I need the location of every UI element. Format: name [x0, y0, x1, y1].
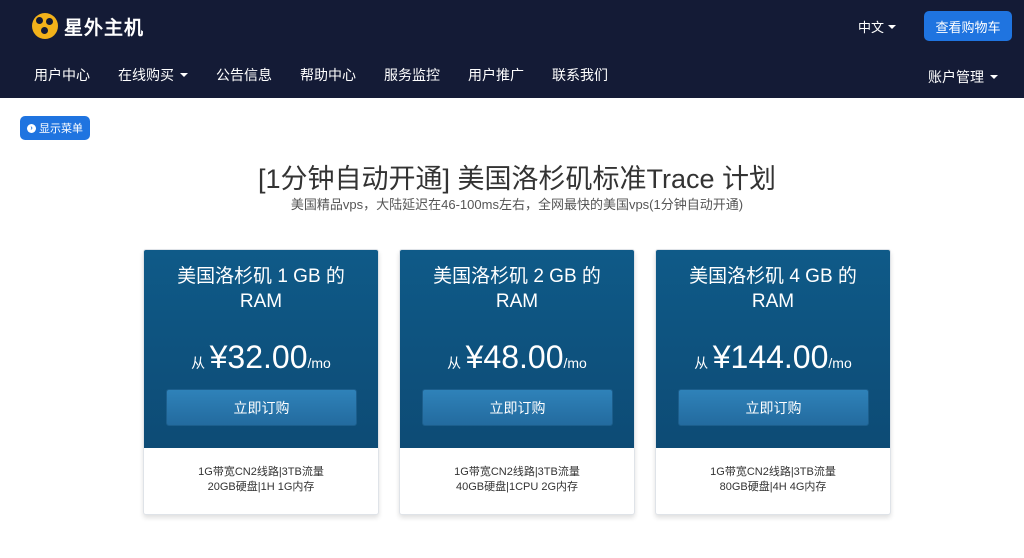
- nav-item-label: 帮助中心: [300, 67, 356, 83]
- nav-item-affiliate[interactable]: 用户推广: [468, 65, 524, 85]
- order-now-button[interactable]: 立即订购: [166, 389, 357, 426]
- plan-name-line: RAM: [239, 291, 283, 312]
- account-menu[interactable]: 账户管理: [928, 67, 998, 87]
- plan-card-header: 美国洛杉矶 1 GB 的 RAM 从 ¥32.00/mo 立即订购: [144, 250, 378, 448]
- plan-name-line: 美国洛杉矶 4 GB 的: [689, 266, 857, 287]
- account-menu-label: 账户管理: [928, 69, 984, 85]
- price-period: /mo: [563, 355, 587, 371]
- plan-name: 美国洛杉矶 1 GB 的 RAM: [144, 264, 378, 314]
- nav-item-online-purchase[interactable]: 在线购买: [118, 65, 188, 85]
- plan-card-header: 美国洛杉矶 2 GB 的 RAM 从 ¥48.00/mo 立即订购: [400, 250, 634, 448]
- plan-price: 从 ¥32.00/mo: [144, 339, 378, 376]
- chevron-right-circle-icon: ›: [27, 123, 36, 133]
- show-menu-button[interactable]: › 显示菜单: [20, 116, 90, 140]
- price-amount: ¥144.00: [712, 339, 829, 375]
- plan-name: 美国洛杉矶 4 GB 的 RAM: [656, 264, 890, 314]
- logo-icon: [32, 13, 58, 39]
- price-amount: ¥48.00: [465, 339, 564, 375]
- price-period: /mo: [307, 355, 331, 371]
- view-cart-button[interactable]: 查看购物车: [924, 11, 1012, 41]
- price-from-label: 从: [694, 355, 709, 371]
- order-now-button[interactable]: 立即订购: [678, 389, 869, 426]
- plan-name-line: RAM: [495, 291, 539, 312]
- plan-desc-line: 1G带宽CN2线路|3TB流量: [198, 466, 324, 478]
- plan-card: 美国洛杉矶 2 GB 的 RAM 从 ¥48.00/mo 立即订购 1G带宽CN…: [399, 249, 635, 515]
- page-title: [1分钟自动开通] 美国洛杉矶标准Trace 计划: [257, 164, 777, 194]
- page-subtitle: 美国精品vps，大陆延迟在46-100ms左右，全网最快的美国vps(1分钟自动…: [290, 197, 744, 212]
- plan-desc-line: 1G带宽CN2线路|3TB流量: [710, 466, 836, 478]
- plan-description: 1G带宽CN2线路|3TB流量 80GB硬盘|4H 4G内存: [656, 465, 890, 495]
- plan-desc-line: 40GB硬盘|1CPU 2G内存: [455, 481, 579, 493]
- nav-item-label: 联系我们: [552, 67, 608, 83]
- nav-item-label: 在线购买: [118, 67, 174, 83]
- chevron-down-icon: [180, 73, 188, 77]
- top-header: 星外主机 中文 查看购物车: [0, 0, 1024, 52]
- brand-logo[interactable]: 星外主机: [32, 13, 144, 40]
- chevron-down-icon: [888, 24, 897, 29]
- price-period: /mo: [828, 355, 852, 371]
- nav-item-contact[interactable]: 联系我们: [552, 65, 608, 85]
- nav-item-label: 服务监控: [384, 67, 440, 83]
- price-from-label: 从: [447, 355, 462, 371]
- language-label: 中文: [858, 20, 885, 35]
- main-nav: 用户中心 在线购买 公告信息 帮助中心 服务监控 用户推广 联系我们 账户管理: [0, 52, 1024, 98]
- plan-card-header: 美国洛杉矶 4 GB 的 RAM 从 ¥144.00/mo 立即订购: [656, 250, 890, 448]
- show-menu-label: 显示菜单: [39, 123, 83, 135]
- order-now-button[interactable]: 立即订购: [422, 389, 613, 426]
- plan-desc-line: 80GB硬盘|4H 4G内存: [719, 481, 827, 493]
- nav-item-service-monitor[interactable]: 服务监控: [384, 65, 440, 85]
- language-selector[interactable]: 中文: [858, 17, 897, 36]
- nav-item-label: 公告信息: [216, 67, 272, 83]
- price-from-label: 从: [191, 355, 206, 371]
- nav-item-announcements[interactable]: 公告信息: [216, 65, 272, 85]
- nav-item-label: 用户中心: [34, 67, 90, 83]
- nav-item-label: 用户推广: [468, 67, 524, 83]
- plan-price: 从 ¥144.00/mo: [656, 339, 890, 376]
- plan-desc-line: 1G带宽CN2线路|3TB流量: [454, 466, 580, 478]
- plan-name-line: 美国洛杉矶 2 GB 的: [433, 266, 601, 287]
- price-amount: ¥32.00: [209, 339, 308, 375]
- nav-item-user-center[interactable]: 用户中心: [34, 65, 90, 85]
- plan-name-line: 美国洛杉矶 1 GB 的: [177, 266, 345, 287]
- chevron-down-icon: [990, 75, 998, 79]
- plan-card: 美国洛杉矶 1 GB 的 RAM 从 ¥32.00/mo 立即订购 1G带宽CN…: [143, 249, 379, 515]
- nav-item-help-center[interactable]: 帮助中心: [300, 65, 356, 85]
- plan-name: 美国洛杉矶 2 GB 的 RAM: [400, 264, 634, 314]
- brand-name: 星外主机: [64, 17, 145, 39]
- plan-card: 美国洛杉矶 4 GB 的 RAM 从 ¥144.00/mo 立即订购 1G带宽C…: [655, 249, 891, 515]
- plan-price: 从 ¥48.00/mo: [400, 339, 634, 376]
- plan-name-line: RAM: [751, 291, 795, 312]
- plan-desc-line: 20GB硬盘|1H 1G内存: [207, 481, 315, 493]
- plan-description: 1G带宽CN2线路|3TB流量 40GB硬盘|1CPU 2G内存: [400, 465, 634, 495]
- plan-description: 1G带宽CN2线路|3TB流量 20GB硬盘|1H 1G内存: [144, 465, 378, 495]
